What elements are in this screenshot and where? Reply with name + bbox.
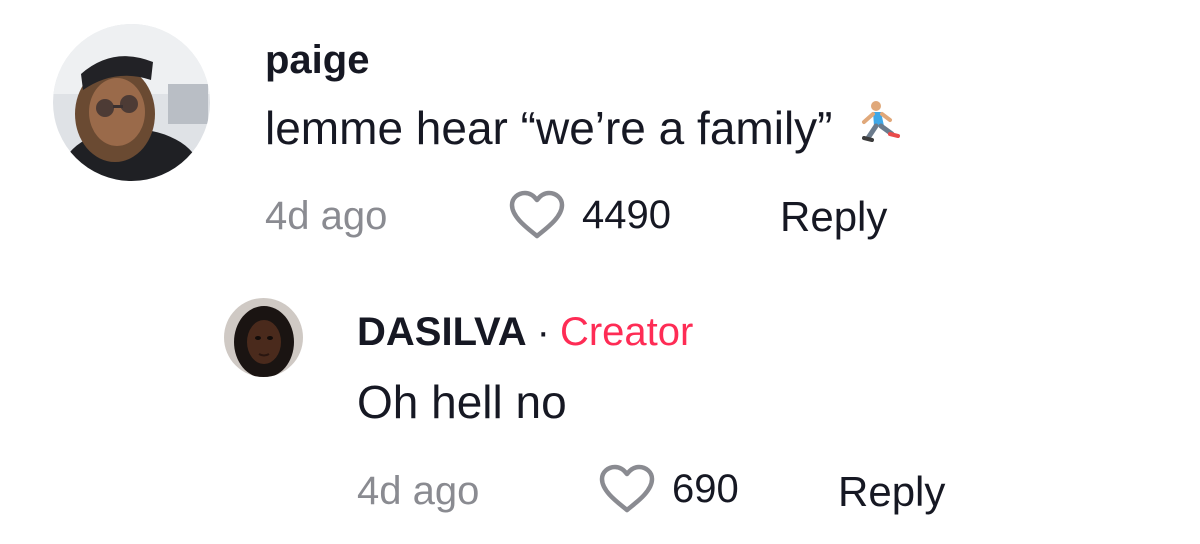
avatar[interactable] <box>53 24 210 181</box>
comment-text: lemme hear “we’re a family” <box>265 100 902 160</box>
creator-badge: Creator <box>559 310 694 354</box>
comment-username[interactable]: paige <box>265 36 369 84</box>
heart-outline-icon <box>599 464 655 513</box>
reply-button[interactable]: Reply <box>780 192 887 242</box>
running-man-emoji <box>854 100 902 156</box>
reply-username-line: DASILVA · Creator <box>357 308 693 356</box>
reply-timestamp: 4d ago <box>357 469 480 513</box>
reply-text: Oh hell no <box>357 376 567 428</box>
reply-username[interactable]: DASILVA <box>357 310 527 354</box>
heart-outline-icon <box>509 190 565 239</box>
reply-button[interactable]: Reply <box>838 467 945 517</box>
comment-timestamp: 4d ago <box>265 194 388 238</box>
avatar[interactable] <box>224 298 303 377</box>
like-count: 690 <box>672 467 739 511</box>
comment-text-content: lemme hear “we’re a family” <box>265 102 833 154</box>
like-count: 4490 <box>582 193 671 237</box>
separator-dot: · <box>536 310 550 354</box>
like-button[interactable]: 690 <box>598 464 739 514</box>
avatar-photo <box>53 24 210 181</box>
like-button[interactable]: 4490 <box>508 190 671 240</box>
avatar-photo <box>224 298 303 377</box>
